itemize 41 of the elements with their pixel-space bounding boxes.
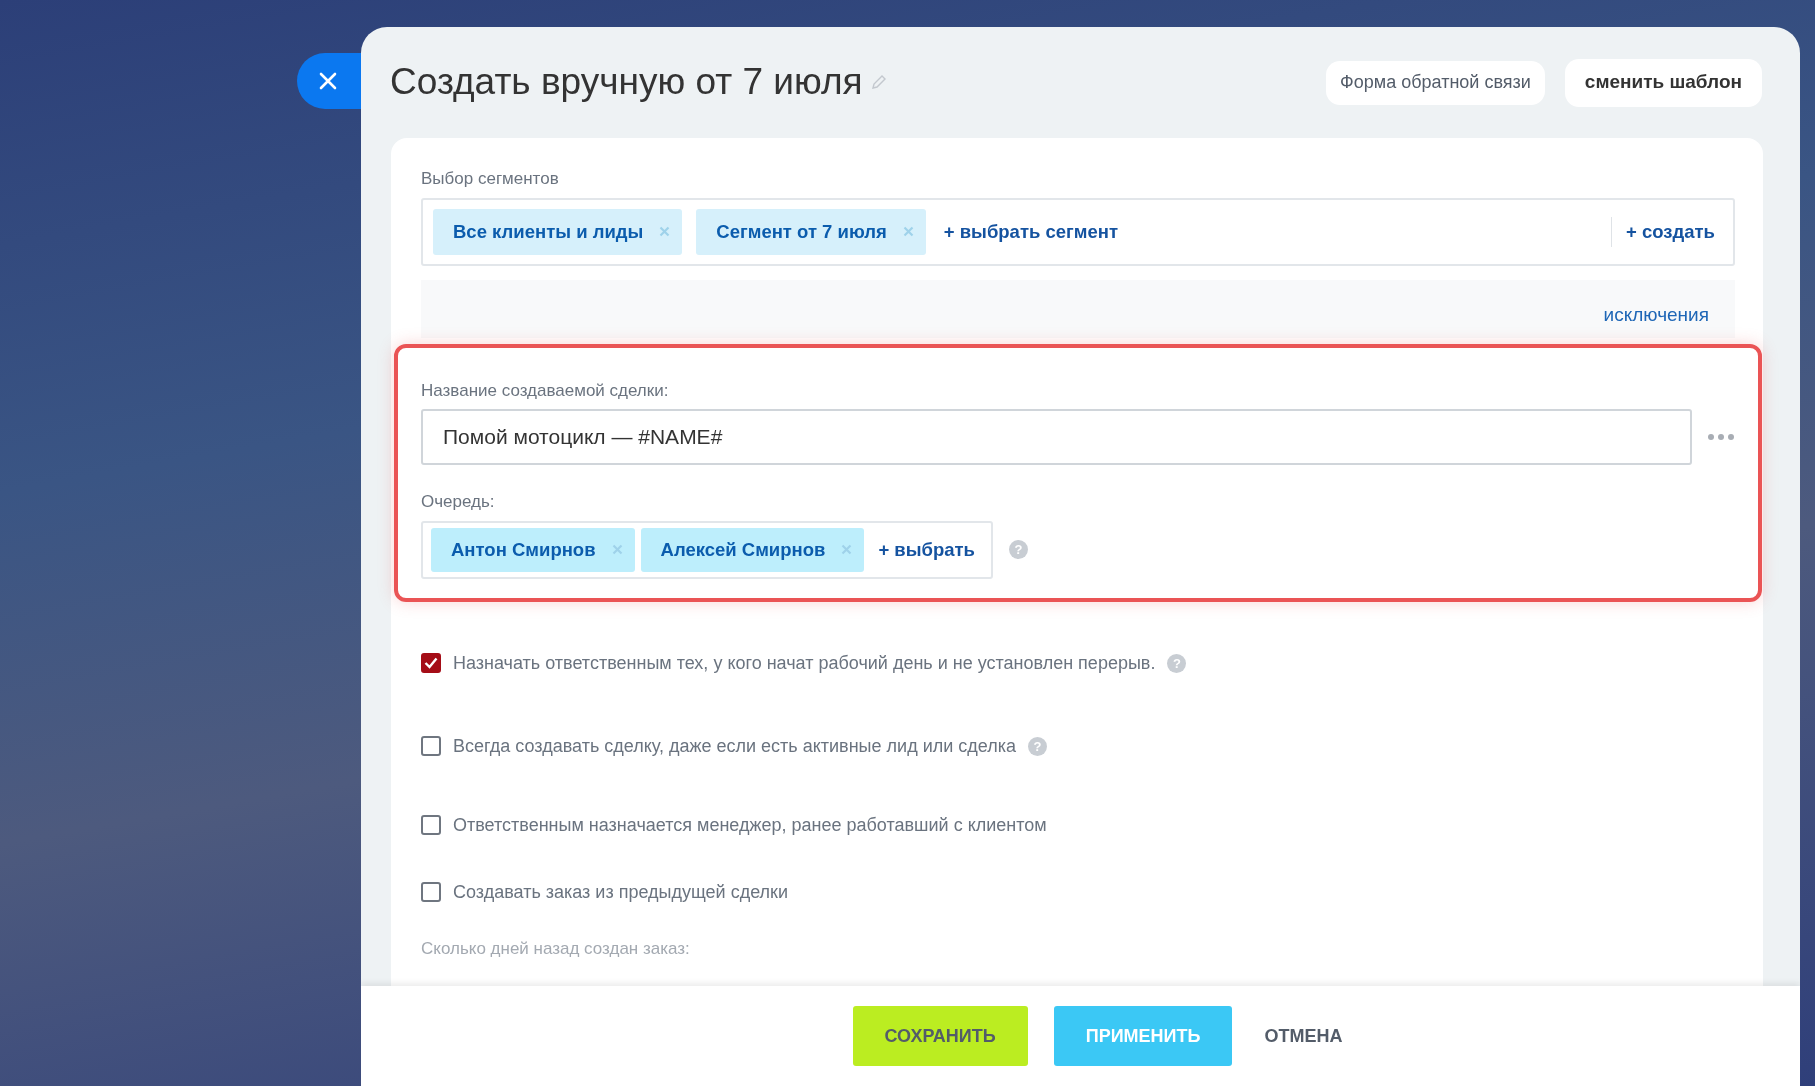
pencil-icon xyxy=(870,74,887,91)
select-link[interactable]: + выбрать xyxy=(878,535,975,564)
tag-label: Сегмент от 7 июля xyxy=(716,219,887,244)
checkbox[interactable] xyxy=(421,653,441,673)
remove-icon xyxy=(902,226,914,237)
option-label: Назначать ответственным тех, у кого начат рабочий день и не установлен перерыв. xyxy=(453,651,1156,675)
field-label: Очередь: xyxy=(421,491,495,513)
option-label: Создавать заказ из предыдущей сделки xyxy=(453,880,789,904)
save-button[interactable]: СОХРАНИТЬ xyxy=(852,1006,1028,1066)
tag-label: Алексей Смирнов xyxy=(660,537,826,562)
check-icon xyxy=(424,657,438,669)
deal-name-input[interactable]: Помой мотоцикл — #NAME# xyxy=(421,409,1692,465)
close-icon xyxy=(319,72,337,90)
remove-icon xyxy=(611,544,623,555)
select-segment-link[interactable]: + выбрать сегмент xyxy=(943,217,1118,246)
field-label: Сколько дней назад создан заказ: xyxy=(421,937,691,960)
checkbox[interactable] xyxy=(421,736,441,756)
option-label: Всегда создавать сделку, даже если есть активные лид или сделка xyxy=(453,734,1016,758)
queue-tag[interactable]: Антон Смирнов xyxy=(431,527,635,572)
segment-tag[interactable]: Все клиенты и лиды xyxy=(433,208,683,255)
exclusions-link[interactable]: исключения xyxy=(1603,301,1709,330)
header-button[interactable]: Форма обратной связи xyxy=(1326,60,1545,105)
remove-icon xyxy=(841,544,853,555)
field-label: Выбор сегментов xyxy=(421,168,559,190)
create-link[interactable]: + создать xyxy=(1626,217,1715,246)
close-button[interactable] xyxy=(297,53,361,109)
header-button[interactable]: сменить шаблон xyxy=(1564,58,1762,107)
checkbox[interactable] xyxy=(421,882,441,902)
panel-title: Создать вручную от 7 июля xyxy=(390,60,863,105)
cancel-button[interactable]: ОТМЕНА xyxy=(1258,1006,1349,1066)
tag-label: Антон Смирнов xyxy=(451,537,596,562)
more-icon xyxy=(1708,434,1734,440)
queue-selector[interactable]: Антон Смирнов Алексей Смирнов + выбрать xyxy=(421,520,993,579)
tag-label: Все клиенты и лиды xyxy=(453,219,644,244)
segment-selector[interactable]: Все клиенты и лиды Сегмент от 7 июля + выбрать сегмент + создать xyxy=(421,197,1735,266)
field-label: Название создаваемой сделки: xyxy=(421,379,669,402)
option-label: Ответственным назначается менеджер, ранее работавший с клиентом xyxy=(453,813,1047,837)
queue-tag[interactable]: Алексей Смирнов xyxy=(640,527,865,572)
segment-tag[interactable]: Сегмент от 7 июля xyxy=(696,208,926,255)
remove-icon xyxy=(659,226,671,237)
checkbox[interactable] xyxy=(421,815,441,835)
